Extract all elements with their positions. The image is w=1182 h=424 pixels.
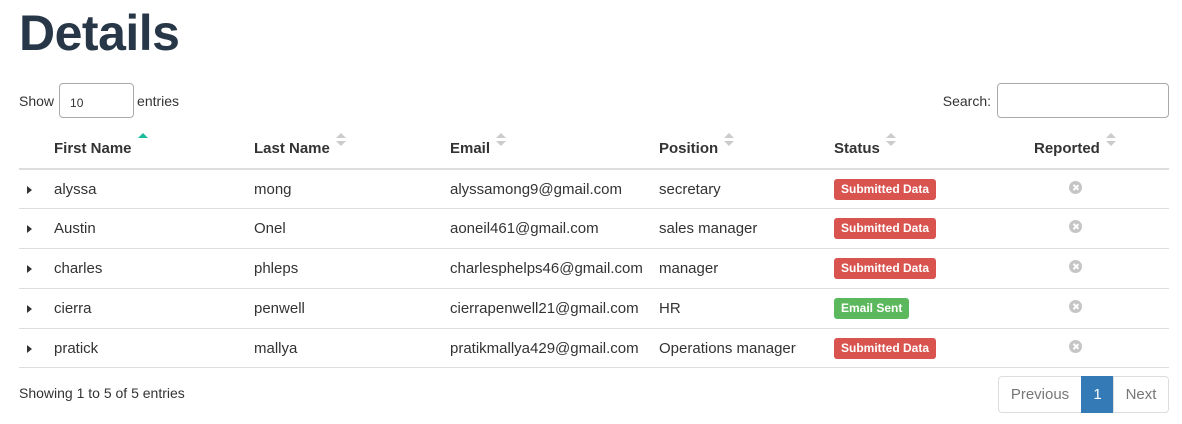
sort-icon [885,133,896,149]
table-info-text: Showing 1 to 5 of 5 entries [19,385,185,401]
x-circle-icon [1069,180,1082,194]
cell-first-name: charles [54,248,254,289]
sort-asc-icon [137,133,148,149]
expand-row-icon[interactable] [27,344,32,353]
column-header-position[interactable]: Position [659,130,834,170]
cell-last-name: mong [254,169,450,210]
entries-label: entries [137,92,180,109]
status-badge: Submitted Data [834,178,937,200]
cell-position: manager [659,248,834,289]
table-row[interactable]: pratick mallya pratikmallya429@gmail.com… [19,328,1169,369]
expander-header [19,130,54,170]
x-circle-icon [1069,299,1082,313]
search-control: Search: [943,83,1169,118]
cell-position: HR [659,288,834,329]
cell-position: secretary [659,169,834,210]
expand-row-icon[interactable] [27,304,32,313]
column-header-last-name[interactable]: Last Name [254,130,450,170]
entries-select[interactable]: 10 [59,83,135,118]
next-page-button[interactable]: Next [1113,376,1169,413]
cell-email: pratikmallya429@gmail.com [450,328,659,369]
cell-last-name: penwell [254,288,450,329]
sort-icon [1105,133,1116,149]
cell-last-name: mallya [254,328,450,369]
search-input[interactable] [997,83,1169,118]
status-badge: Submitted Data [834,218,937,240]
sort-icon [335,133,346,149]
sort-icon [496,133,507,149]
cell-email: alyssamong9@gmail.com [450,169,659,210]
status-badge: Submitted Data [834,337,937,359]
entries-length-control: Show 10 entries [19,83,179,118]
table-row[interactable]: Austin Onel aoneil461@gmail.com sales ma… [19,208,1169,250]
cell-position: Operations manager [659,328,834,369]
cell-email: aoneil461@gmail.com [450,208,659,250]
table-row[interactable]: cierra penwell cierrapenwell21@gmail.com… [19,288,1169,329]
table-row[interactable]: charles phleps charlesphelps46@gmail.com… [19,248,1169,289]
page-title: Details [19,5,180,61]
column-header-first-name[interactable]: First Name [54,130,254,170]
column-header-email[interactable]: Email [450,130,659,170]
cell-first-name: pratick [54,328,254,369]
table-row[interactable]: alyssa mong alyssamong9@gmail.com secret… [19,169,1169,210]
expand-row-icon[interactable] [27,225,32,234]
page-1-button[interactable]: 1 [1081,376,1114,413]
sort-icon [724,133,735,149]
x-circle-icon [1069,259,1082,273]
x-circle-icon [1069,220,1082,234]
status-badge: Submitted Data [834,257,937,279]
cell-position: sales manager [659,208,834,250]
details-table: First Name Last Name Email Position Stat… [19,130,1169,369]
cell-last-name: Onel [254,208,450,250]
previous-page-button[interactable]: Previous [998,376,1082,413]
x-circle-icon [1069,339,1082,353]
pagination: Previous 1 Next [998,376,1169,413]
column-header-status[interactable]: Status [834,130,1026,170]
cell-first-name: Austin [54,208,254,250]
cell-last-name: phleps [254,248,450,289]
expand-row-icon[interactable] [27,185,32,194]
cell-email: cierrapenwell21@gmail.com [450,288,659,329]
table-header-row: First Name Last Name Email Position Stat… [19,130,1169,170]
cell-first-name: alyssa [54,169,254,210]
column-header-reported[interactable]: Reported [1026,130,1169,170]
cell-first-name: cierra [54,288,254,329]
search-label: Search: [942,92,991,109]
show-label: Show [19,92,55,109]
status-badge: Email Sent [834,297,910,319]
expand-row-icon[interactable] [27,264,32,273]
cell-email: charlesphelps46@gmail.com [450,248,659,289]
